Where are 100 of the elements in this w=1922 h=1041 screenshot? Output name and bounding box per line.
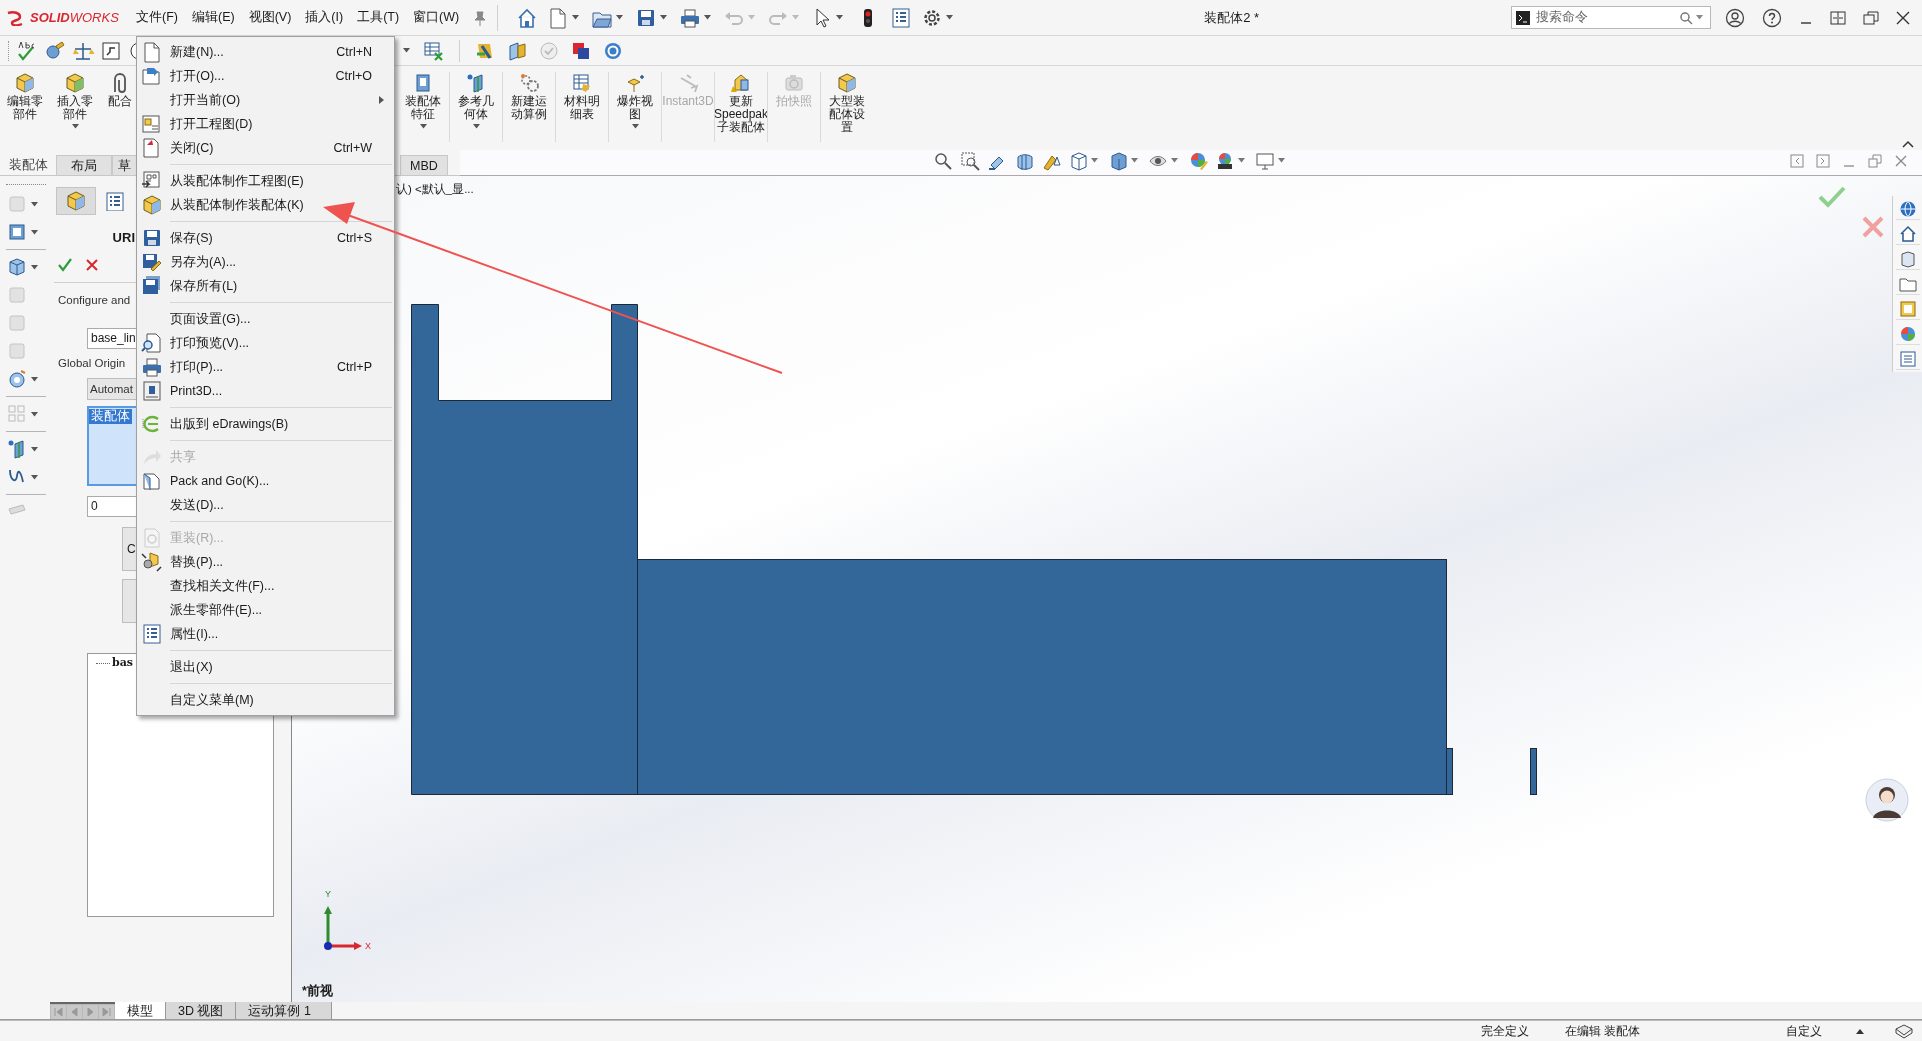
menu-item[interactable]: 打印(P)... Ctrl+P	[137, 355, 394, 379]
caret-icon[interactable]	[704, 15, 712, 20]
menu-item[interactable]: 替换(P)...	[137, 550, 394, 574]
tile-icon[interactable]	[1830, 9, 1846, 26]
expand-right-icon[interactable]	[1816, 153, 1830, 168]
close-icon[interactable]	[1896, 10, 1910, 25]
command-button[interactable]: 材料明细表	[557, 72, 607, 121]
menu-item[interactable]: 窗口(W)	[407, 8, 466, 27]
cancel-icon[interactable]	[86, 258, 98, 271]
appearance-icon[interactable]	[1188, 150, 1208, 171]
list-item[interactable]: 装配体	[89, 409, 132, 424]
caret-icon[interactable]	[31, 201, 38, 207]
menu-item[interactable]: 视图(V)	[242, 8, 298, 27]
menu-item[interactable]: 打印预览(V)...	[137, 331, 394, 355]
command-button[interactable]: 爆炸视图	[610, 72, 660, 129]
caret-icon[interactable]	[31, 474, 38, 480]
measure-icon[interactable]	[44, 39, 66, 62]
menu-item[interactable]: 编辑(E)	[185, 8, 241, 27]
command-button[interactable]: 编辑零部件	[0, 72, 50, 121]
caret-icon[interactable]	[660, 15, 668, 20]
menu-item[interactable]: 打开(O)... Ctrl+O	[137, 64, 394, 88]
menu-item[interactable]: 新建(N)... Ctrl+N	[137, 40, 394, 64]
caret-icon[interactable]	[836, 15, 844, 20]
command-tab[interactable]: MBD	[400, 155, 448, 175]
hole-icon[interactable]	[6, 368, 28, 390]
menu-item[interactable]: 另存为(A)...	[137, 250, 394, 274]
caret-icon[interactable]	[403, 48, 410, 53]
section-icon[interactable]	[100, 39, 122, 62]
menu-item[interactable]: 自定义菜单(M)	[137, 688, 394, 712]
command-button[interactable]: 更新Speedpak子装配体	[716, 72, 766, 134]
view-orientation-icon[interactable]	[1068, 150, 1088, 171]
command-button[interactable]: 参考几何体	[451, 72, 501, 129]
menu-item[interactable]: 查找相关文件(F)...	[137, 574, 394, 598]
menu-item[interactable]: 出版到 eDrawings(B)	[137, 412, 394, 436]
ok-icon[interactable]	[58, 257, 72, 272]
caret-icon[interactable]	[31, 411, 38, 417]
menu-item[interactable]: 保存所有(L)	[137, 274, 394, 298]
search-field[interactable]: 搜索命令	[1511, 6, 1711, 29]
view-tab[interactable]: 3D 视图	[166, 1002, 237, 1019]
menu-item[interactable]: Print3D...	[137, 379, 394, 403]
caret-icon[interactable]	[419, 124, 427, 129]
command-button[interactable]: 新建运动算例	[504, 72, 554, 121]
zoom-area-icon[interactable]	[960, 150, 980, 171]
caret-icon[interactable]	[31, 446, 38, 452]
caret-icon[interactable]	[31, 229, 38, 235]
globe-icon[interactable]	[1898, 199, 1917, 218]
command-tab[interactable]: 布局	[56, 155, 112, 175]
user-icon[interactable]	[1725, 7, 1745, 28]
restore-icon[interactable]	[1863, 9, 1879, 26]
view-palette-icon[interactable]	[1898, 299, 1917, 318]
caret-icon[interactable]	[472, 124, 480, 129]
menu-item[interactable]: 页面设置(G)...	[137, 307, 394, 331]
menu-item[interactable]: 插入(I)	[299, 8, 350, 27]
custom-properties-icon[interactable]	[1898, 349, 1917, 368]
menu-item[interactable]: Pack and Go(K)...	[137, 469, 394, 493]
caret-icon[interactable]	[31, 264, 38, 270]
caret-icon[interactable]	[1091, 158, 1098, 163]
expand-up-icon[interactable]	[1856, 1028, 1864, 1034]
caret-icon[interactable]	[631, 124, 639, 129]
tree-item[interactable]: bas	[112, 655, 133, 672]
home-icon[interactable]	[1898, 224, 1917, 243]
menu-item[interactable]: 打开工程图(D)	[137, 112, 394, 136]
pin-icon[interactable]	[473, 9, 488, 26]
list-icon[interactable]	[890, 6, 913, 29]
menu-item[interactable]: 从装配体制作装配体(K)	[137, 193, 394, 217]
command-button[interactable]: 配合	[100, 72, 140, 108]
scene-icon[interactable]	[1215, 150, 1235, 171]
menu-item[interactable]: 退出(X)	[137, 655, 394, 679]
clearance-icon[interactable]	[506, 39, 528, 62]
expand-left-icon[interactable]	[1790, 153, 1804, 168]
zoom-to-fit-icon[interactable]	[933, 150, 953, 171]
menu-item[interactable]: 属性(I)...	[137, 622, 394, 646]
menu-item[interactable]: 保存(S) Ctrl+S	[137, 226, 394, 250]
solid-icon[interactable]	[6, 256, 28, 278]
menu-item[interactable]: 打开当前(O)	[137, 88, 394, 112]
table-delete-icon[interactable]	[423, 39, 445, 62]
view-tab[interactable]: 模型	[115, 1002, 166, 1019]
view-box-icon[interactable]	[6, 221, 28, 243]
caret-icon[interactable]	[71, 124, 79, 129]
view-tab[interactable]: 运动算例 1	[236, 1002, 332, 1019]
print-icon[interactable]	[679, 6, 702, 29]
caret-icon[interactable]	[946, 15, 954, 20]
caret-icon[interactable]	[1278, 158, 1285, 163]
command-button[interactable]: 插入零部件	[50, 72, 100, 129]
caret-icon[interactable]	[31, 376, 38, 382]
menu-item[interactable]: 发送(D)...	[137, 493, 394, 517]
caret-icon[interactable]	[616, 15, 624, 20]
help-icon[interactable]	[1762, 7, 1782, 28]
appearance-icon[interactable]	[1898, 324, 1917, 343]
check-icon[interactable]	[538, 39, 560, 62]
caret-icon[interactable]	[1238, 158, 1245, 163]
feature-tree-tab[interactable]	[56, 187, 96, 215]
command-button[interactable]: 大型装配体设置	[822, 72, 872, 134]
breadcrumb-text[interactable]: 认) <默认_显...	[396, 181, 474, 199]
caret-icon[interactable]	[1131, 158, 1138, 163]
menu-item[interactable]: 工具(T)	[351, 8, 406, 27]
command-button[interactable]: 装配体特征	[398, 72, 448, 129]
menu-item[interactable]: 文件(F)	[130, 8, 184, 27]
display-style-icon[interactable]	[1108, 150, 1128, 171]
search-icon[interactable]	[1679, 10, 1693, 25]
